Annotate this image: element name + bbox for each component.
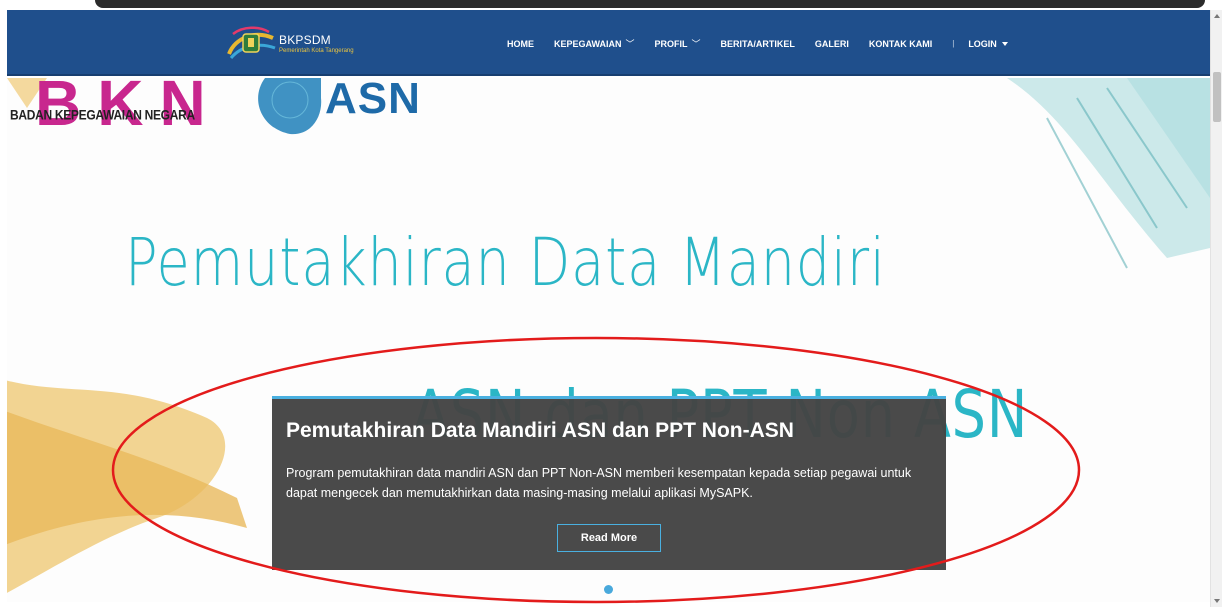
slide-caption: Pemutakhiran Data Mandiri ASN dan PPT No… xyxy=(272,396,946,570)
browser-top-strip xyxy=(0,0,1222,10)
page: BKPSDM Pemerintah Kota Tangerang HOME KE… xyxy=(0,0,1222,607)
nav-item-label: BERITA/ARTIKEL xyxy=(720,38,795,49)
bkn-caption: BADAN KEPEGAWAIAN NEGARA xyxy=(10,106,195,124)
nav-item-profil[interactable]: PROFIL ﹀ xyxy=(655,37,701,50)
nav-item-label: KEPEGAWAIAN xyxy=(554,38,622,49)
caret-down-icon xyxy=(1001,41,1008,46)
brand-subtitle: Pemerintah Kota Tangerang xyxy=(279,48,354,54)
chevron-down-icon: ﹀ xyxy=(691,39,701,49)
slide-text: Program pemutakhiran data mandiri ASN da… xyxy=(286,466,912,500)
login-dropdown[interactable]: LOGIN xyxy=(968,39,1008,49)
brand[interactable]: BKPSDM Pemerintah Kota Tangerang xyxy=(225,24,354,64)
brand-name: BKPSDM xyxy=(279,33,331,47)
chevron-down-icon: ﹀ xyxy=(625,39,635,49)
scrollbar-thumb[interactable] xyxy=(1213,72,1221,122)
slide-title: Pemutakhiran Data Mandiri ASN dan PPT No… xyxy=(286,419,794,442)
read-more-button[interactable]: Read More xyxy=(557,524,661,552)
nav-item-home[interactable]: HOME xyxy=(507,39,534,49)
navbar: BKPSDM Pemerintah Kota Tangerang HOME KE… xyxy=(7,10,1210,76)
browser-address-bar xyxy=(95,0,1205,8)
nav-item-label: KONTAK KAMI xyxy=(868,38,933,49)
hero-slide: BKN BADAN KEPEGAWAIAN NEGARA ASN Pemutak… xyxy=(7,78,1210,602)
nav-menu: HOME KEPEGAWAIAN ﹀ PROFIL ﹀ BERITA/ARTIKEL… xyxy=(507,37,1008,50)
nav-item-label: GALERI xyxy=(814,38,849,49)
page-scrollbar[interactable] xyxy=(1210,10,1222,607)
login-label: LOGIN xyxy=(968,38,997,49)
nav-item-label: HOME xyxy=(507,38,534,49)
nav-item-kontak-kami[interactable]: KONTAK KAMI xyxy=(869,39,932,49)
asn-logo: ASN xyxy=(325,78,421,123)
nav-separator: | xyxy=(952,39,955,48)
asn-globe-icon xyxy=(258,78,322,135)
nav-item-label: PROFIL xyxy=(654,38,688,49)
scroll-up-arrow-icon[interactable] xyxy=(1214,14,1220,18)
scroll-down-arrow-icon[interactable] xyxy=(1214,599,1220,603)
city-logo-icon xyxy=(225,24,277,64)
hero-heading: Pemutakhiran Data Mandiri xyxy=(125,224,886,301)
nav-item-kepegawaian[interactable]: KEPEGAWAIAN ﹀ xyxy=(554,37,635,50)
nav-item-berita-artikel[interactable]: BERITA/ARTIKEL xyxy=(721,39,795,49)
nav-item-galeri[interactable]: GALERI xyxy=(815,39,849,49)
carousel-indicator-dot[interactable] xyxy=(604,585,613,594)
